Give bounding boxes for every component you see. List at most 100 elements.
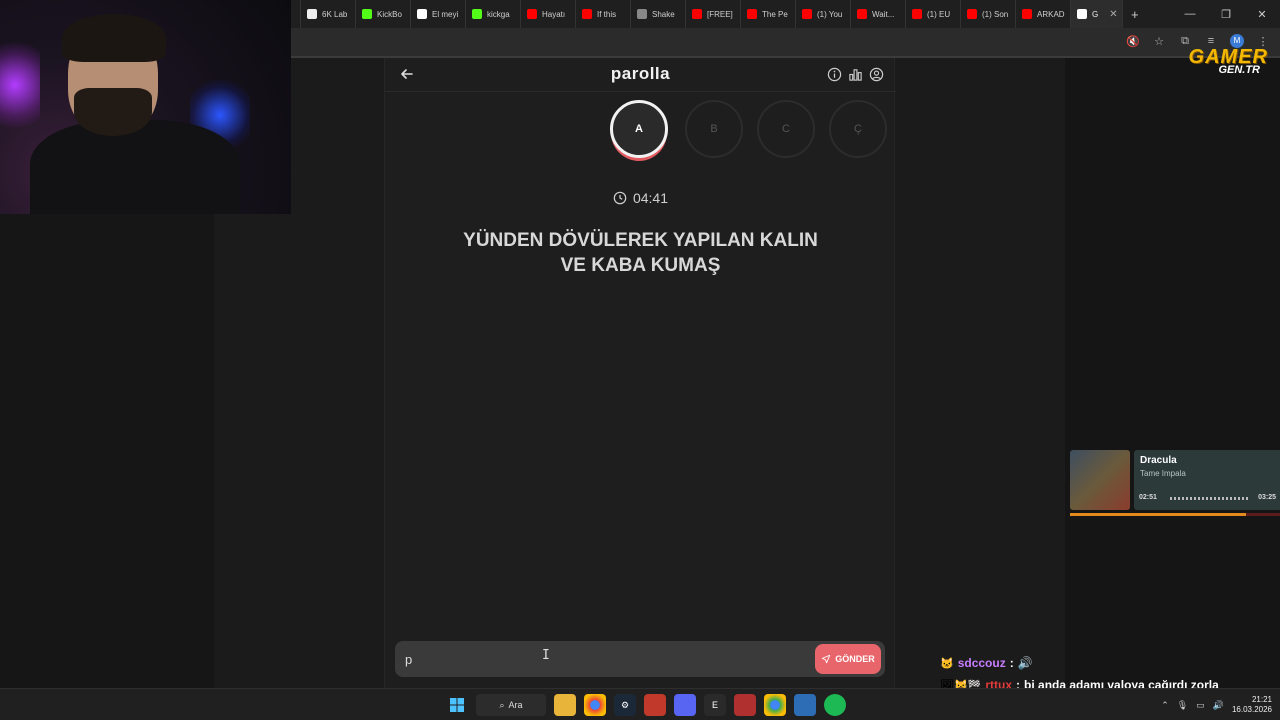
chrome-active-icon[interactable] — [764, 694, 786, 716]
new-tab-button[interactable]: + — [1123, 7, 1147, 22]
chat-text: 🔊 — [1017, 656, 1033, 670]
steam-icon[interactable]: ⚙ — [614, 694, 636, 716]
game-app-icon[interactable] — [644, 694, 666, 716]
stats-icon[interactable] — [848, 67, 863, 82]
elapsed-time: 02:51 — [1139, 494, 1157, 501]
streamer-body — [30, 120, 240, 214]
text-cursor-icon: I — [542, 648, 550, 663]
artist-name: Tame Impala — [1140, 469, 1186, 478]
profile-icon[interactable] — [869, 67, 884, 82]
parolla-app: parolla ABCÇ 04:41 YÜNDEN DÖVÜLEREK YAPI… — [384, 58, 896, 688]
question-text: YÜNDEN DÖVÜLEREK YAPILAN KALIN VE KABA K… — [435, 228, 846, 278]
tab-label: ARKAD — [1037, 9, 1065, 19]
answer-bar: GÖNDER — [395, 641, 885, 677]
taskbar-search[interactable]: ⌕ Ara — [476, 694, 546, 716]
purple-light — [0, 40, 40, 130]
chrome-icon[interactable] — [584, 694, 606, 716]
left-background — [0, 214, 214, 688]
tab-favicon-icon — [857, 9, 867, 19]
search-icon: ⌕ — [499, 699, 505, 710]
screen: ⌄ GelenStreamDonatStripeKick C6K LabKick… — [0, 0, 1280, 720]
tab-favicon-icon — [417, 9, 427, 19]
tab-favicon-icon — [582, 9, 592, 19]
microphone-icon[interactable]: 🎙 — [1177, 700, 1188, 711]
app-icon[interactable] — [794, 694, 816, 716]
browser-tab[interactable]: [FREE] — [686, 0, 741, 28]
browser-tab[interactable]: If this — [576, 0, 631, 28]
info-icon[interactable] — [827, 67, 842, 82]
streamer-beard — [74, 88, 152, 136]
question-line-2: VE KABA KUMAŞ — [560, 255, 721, 276]
browser-tab[interactable]: ARKAD — [1016, 0, 1071, 28]
tab-label: If this — [597, 9, 617, 19]
answer-input[interactable] — [405, 649, 785, 669]
question-line-1: YÜNDEN DÖVÜLEREK YAPILAN KALIN — [463, 230, 818, 251]
submit-button[interactable]: GÖNDER — [815, 644, 881, 674]
page-margin-right — [895, 58, 1065, 688]
letter-track: ABCÇ — [385, 100, 896, 162]
taskbar-apps: ⌕ Ara ⚙ E — [446, 693, 846, 717]
volume-icon[interactable]: 🔊 — [1213, 700, 1224, 711]
tab-favicon-icon — [747, 9, 757, 19]
browser-tab[interactable]: KickBo — [356, 0, 411, 28]
chat-username: sdccouz — [957, 656, 1006, 670]
browser-tab[interactable]: (1) EU — [906, 0, 961, 28]
window-controls: — ❐ ✕ — [1172, 0, 1280, 28]
discord-icon[interactable] — [674, 694, 696, 716]
tab-favicon-icon — [362, 9, 372, 19]
display-icon[interactable]: ▭ — [1196, 700, 1205, 711]
mute-icon[interactable]: 🔇 — [1126, 35, 1140, 48]
tab-favicon-icon — [307, 9, 317, 19]
timer: 04:41 — [385, 190, 896, 206]
webcam-feed — [0, 0, 291, 214]
track-info: Dracula Tame Impala 02:51 03:25 — [1134, 450, 1280, 510]
clock[interactable]: 21:21 16.03.2026 — [1232, 695, 1272, 715]
browser-tab[interactable]: The Pe — [741, 0, 796, 28]
browser-tab[interactable]: Hayatı — [521, 0, 576, 28]
tray-chevron-icon[interactable]: ⌃ — [1161, 700, 1169, 711]
tab-label: Hayatı — [542, 9, 566, 19]
tab-label: G — [1092, 9, 1099, 19]
tab-label: (1) Son — [982, 9, 1009, 19]
browser-tab[interactable]: Wait... — [851, 0, 906, 28]
tab-label: El meyi — [432, 9, 459, 19]
search-label: Ara — [508, 700, 523, 710]
tab-label: 6K Lab — [322, 9, 348, 19]
browser-tab[interactable]: kickga — [466, 0, 521, 28]
waveform — [1170, 497, 1250, 500]
spotify-icon[interactable] — [824, 694, 846, 716]
minimize-icon[interactable]: — — [1172, 0, 1208, 28]
tab-label: Wait... — [872, 9, 895, 19]
header-icons — [827, 67, 884, 82]
clock-icon — [613, 191, 627, 205]
clock-time: 21:21 — [1251, 695, 1272, 704]
taskbar: ⌕ Ara ⚙ E ⌃ 🎙 ▭ 🔊 21:21 16.03.2026 — [0, 688, 1280, 720]
clock-date: 16.03.2026 — [1231, 705, 1272, 714]
windows-start-icon[interactable] — [446, 694, 468, 716]
chat-badge-icon: 🐱 — [940, 657, 954, 670]
tab-label: KickBo — [377, 9, 402, 19]
address-bar-row: 🔇 ☆ ⧉ ≡ M ⋮ — [290, 28, 1280, 56]
file-explorer-icon[interactable] — [554, 694, 576, 716]
total-time: 03:25 — [1258, 494, 1276, 501]
browser-tab[interactable]: (1) Son — [961, 0, 1016, 28]
restore-icon[interactable]: ❐ — [1208, 0, 1244, 28]
browser-tab[interactable]: (1) You — [796, 0, 851, 28]
submit-label: GÖNDER — [835, 654, 875, 664]
letter-circle: Ç — [829, 100, 887, 158]
close-tab-icon[interactable]: ✕ — [1109, 9, 1117, 20]
epic-games-icon[interactable]: E — [704, 694, 726, 716]
tab-label: (1) EU — [927, 9, 951, 19]
now-playing-widget: Dracula Tame Impala 02:51 03:25 — [1070, 450, 1280, 518]
browser-tab[interactable]: Shake — [631, 0, 686, 28]
close-window-icon[interactable]: ✕ — [1244, 0, 1280, 28]
system-tray: ⌃ 🎙 ▭ 🔊 21:21 16.03.2026 — [1161, 693, 1272, 717]
video-app-icon[interactable] — [734, 694, 756, 716]
gamer-gen-logo: GAMER GEN.TR — [1150, 46, 1268, 80]
browser-tab[interactable]: El meyi — [411, 0, 466, 28]
tab-label: The Pe — [762, 9, 788, 19]
browser-tab[interactable]: G ✕ — [1071, 0, 1123, 28]
timer-value: 04:41 — [632, 190, 669, 206]
app-header: parolla — [385, 58, 896, 92]
browser-tab[interactable]: 6K Lab — [301, 0, 356, 28]
